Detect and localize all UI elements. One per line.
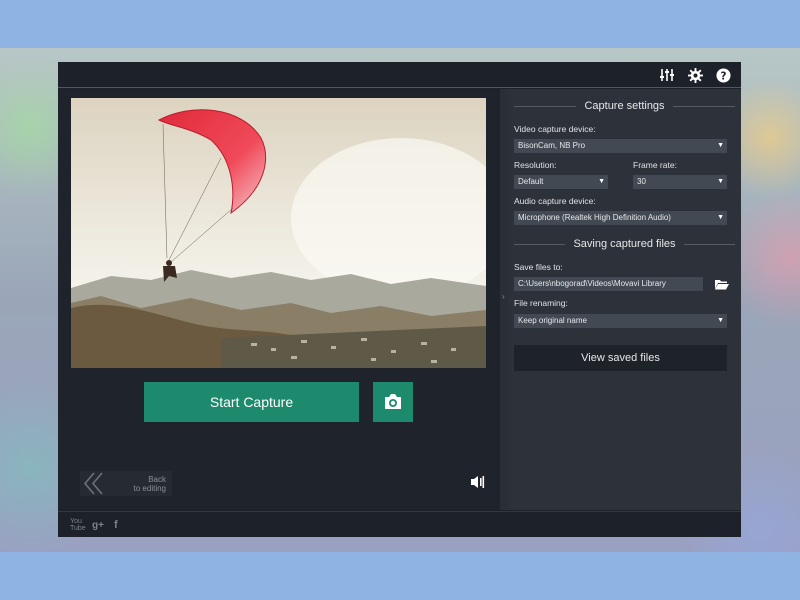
youtube-text: You Tube: [70, 518, 86, 532]
renaming-select[interactable]: Keep original name ▼: [514, 314, 727, 328]
preview-panel: Start Capture Back to editing: [58, 89, 500, 510]
camera-icon: [385, 394, 401, 409]
resolution-value: Default: [518, 177, 544, 186]
capture-settings-heading: Capture settings: [508, 98, 741, 114]
panel-splitter[interactable]: ›: [500, 89, 508, 510]
dropdown-arrow-icon: ▼: [717, 317, 724, 324]
splitter-grip-icon: ›: [502, 292, 505, 301]
capture-settings-title: Capture settings: [584, 100, 665, 112]
back-sublabel: to editing: [133, 484, 166, 493]
dropdown-arrow-icon: ▼: [717, 142, 724, 149]
paraglider-preview-image: [71, 98, 486, 368]
gear-icon[interactable]: [687, 67, 703, 83]
save-path-field[interactable]: C:\Users\nbogorad\Videos\Movavi Library: [514, 277, 703, 291]
view-saved-files-button[interactable]: View saved files: [514, 345, 727, 371]
dropdown-arrow-icon: ▼: [717, 214, 724, 221]
frame-rate-value: 30: [637, 177, 646, 186]
facebook-text: f: [113, 519, 118, 531]
footer-bar: You Tube g+ f: [58, 511, 741, 537]
save-path-value: C:\Users\nbogorad\Videos\Movavi Library: [518, 279, 666, 288]
renaming-value: Keep original name: [518, 316, 587, 325]
folder-open-icon[interactable]: [713, 277, 731, 291]
facebook-icon[interactable]: f: [114, 518, 118, 532]
equalizer-icon[interactable]: [659, 67, 675, 83]
frame-rate-label: Frame rate:: [633, 160, 677, 170]
youtube-icon[interactable]: You Tube: [70, 518, 86, 532]
video-device-label: Video capture device:: [514, 124, 596, 134]
chevron-left-icon: [82, 471, 106, 498]
back-label: Back: [148, 475, 166, 484]
audio-device-label: Audio capture device:: [514, 196, 596, 206]
renaming-label: File renaming:: [514, 298, 568, 308]
resolution-select[interactable]: Default ▼: [514, 175, 608, 189]
title-bar: ?: [58, 62, 741, 88]
settings-panel: Capture settings Video capture device: B…: [508, 89, 741, 510]
frame-rate-select[interactable]: 30 ▼: [633, 175, 727, 189]
help-icon[interactable]: ?: [715, 67, 731, 83]
dropdown-arrow-icon: ▼: [598, 178, 605, 185]
google-plus-icon[interactable]: g+: [92, 518, 104, 532]
video-preview: [71, 98, 486, 368]
audio-device-value: Microphone (Realtek High Definition Audi…: [518, 213, 671, 222]
back-to-editing-button[interactable]: Back to editing: [80, 471, 172, 496]
audio-device-select[interactable]: Microphone (Realtek High Definition Audi…: [514, 211, 727, 225]
svg-text:?: ?: [720, 70, 726, 82]
start-capture-button[interactable]: Start Capture: [144, 382, 359, 422]
resolution-label: Resolution:: [514, 160, 557, 170]
saving-files-title: Saving captured files: [573, 238, 676, 250]
video-device-value: BisonCam, NB Pro: [518, 141, 586, 150]
snapshot-button[interactable]: [373, 382, 413, 422]
speaker-icon[interactable]: [468, 473, 486, 491]
video-device-select[interactable]: BisonCam, NB Pro ▼: [514, 139, 727, 153]
dropdown-arrow-icon: ▼: [717, 178, 724, 185]
saving-files-heading: Saving captured files: [508, 236, 741, 252]
save-to-label: Save files to:: [514, 262, 563, 272]
google-plus-text: g+: [92, 519, 104, 531]
capture-window: ? Start Capture Back to editing › Captur…: [58, 62, 741, 537]
